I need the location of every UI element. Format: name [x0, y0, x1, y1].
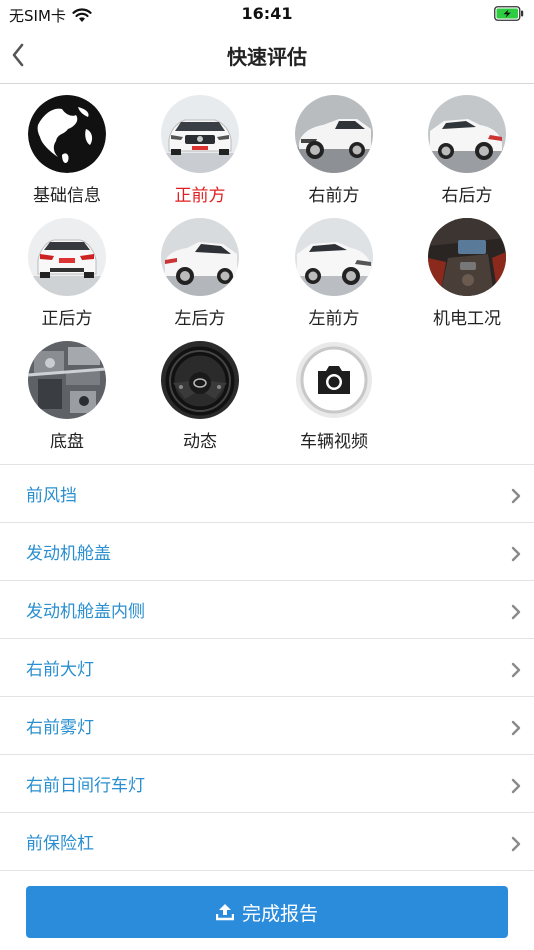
list-item[interactable]: 右前大灯 [0, 638, 534, 696]
camera-icon [295, 341, 373, 419]
inspection-list: 前风挡 发动机舱盖 发动机舱盖内侧 右前大灯 右前雾灯 右前日间行车灯 前保险杠 [0, 464, 534, 870]
list-item[interactable]: 发动机舱盖内侧 [0, 580, 534, 638]
grid-item-front[interactable]: 正前方 [133, 85, 267, 206]
car-left-rear-photo [161, 218, 239, 296]
page-title: 快速评估 [227, 45, 307, 69]
list-item-label: 发动机舱盖 [26, 544, 111, 564]
grid-item-chassis[interactable]: 底盘 [0, 331, 134, 452]
list-item[interactable]: 前保险杠 [0, 812, 534, 870]
car-rear-photo [28, 218, 106, 296]
steering-wheel-photo [161, 341, 239, 419]
list-item-label: 右前日间行车灯 [26, 776, 145, 796]
list-item-label: 右前雾灯 [26, 718, 94, 738]
footer-bar: 完成报告 [0, 870, 534, 950]
grid-item-label: 机电工况 [433, 309, 501, 329]
upload-icon [215, 904, 234, 921]
grid-item-label: 左前方 [308, 309, 360, 329]
grid-item-vehicle-video[interactable]: 车辆视频 [267, 331, 401, 452]
list-item[interactable]: 右前日间行车灯 [0, 754, 534, 812]
car-front-photo [161, 95, 239, 173]
grid-item-electromechanical[interactable]: 机电工况 [400, 208, 534, 329]
list-item-label: 前风挡 [26, 486, 77, 506]
list-item[interactable]: 前风挡 [0, 464, 534, 522]
complete-report-button[interactable]: 完成报告 [26, 886, 508, 938]
grid-item-label: 底盘 [50, 432, 84, 452]
chevron-right-icon [511, 836, 521, 852]
interior-photo [428, 218, 506, 296]
grid-item-label: 车辆视频 [300, 432, 368, 452]
chevron-right-icon [511, 604, 521, 620]
grid-item-label: 右前方 [308, 186, 360, 206]
list-item-label: 右前大灯 [26, 660, 94, 680]
chassis-photo [28, 341, 106, 419]
chevron-right-icon [511, 488, 521, 504]
grid-item-left-front[interactable]: 左前方 [267, 208, 401, 329]
grid-item-left-rear[interactable]: 左后方 [133, 208, 267, 329]
complete-report-label: 完成报告 [241, 902, 318, 925]
status-bar: 无SIM卡 16:41 [0, 0, 534, 28]
chevron-right-icon [511, 546, 521, 562]
battery-charging-icon [494, 6, 524, 21]
grid-item-right-rear[interactable]: 右后方 [400, 85, 534, 206]
grid-item-label: 正前方 [174, 186, 226, 206]
grid-item-label: 正后方 [41, 309, 93, 329]
car-left-front-photo [295, 218, 373, 296]
grid-item-label: 右后方 [441, 186, 493, 206]
grid-item-right-front[interactable]: 右前方 [267, 85, 401, 206]
list-item-label: 发动机舱盖内侧 [26, 602, 145, 622]
list-item[interactable]: 右前雾灯 [0, 696, 534, 754]
list-item-label: 前保险杠 [26, 834, 94, 854]
navigation-bar: 快速评估 [0, 28, 534, 84]
grid-item-rear[interactable]: 正后方 [0, 208, 134, 329]
list-item[interactable]: 发动机舱盖 [0, 522, 534, 580]
status-time: 16:41 [241, 4, 293, 23]
car-right-rear-photo [428, 95, 506, 173]
chevron-right-icon [511, 720, 521, 736]
car-right-front-photo [295, 95, 373, 173]
chevron-right-icon [511, 662, 521, 678]
chevron-right-icon [511, 778, 521, 794]
photo-category-grid: 基础信息 正前方 右前方 右后方 正后方 左后方 左前方 机电工况 底盘 动态 … [0, 85, 534, 463]
grid-item-label: 动态 [183, 432, 217, 452]
grid-item-basic-info[interactable]: 基础信息 [0, 85, 134, 206]
globe-icon [28, 95, 106, 173]
grid-item-label: 基础信息 [33, 186, 101, 206]
grid-item-label: 左后方 [174, 309, 226, 329]
grid-item-dynamic[interactable]: 动态 [133, 331, 267, 452]
